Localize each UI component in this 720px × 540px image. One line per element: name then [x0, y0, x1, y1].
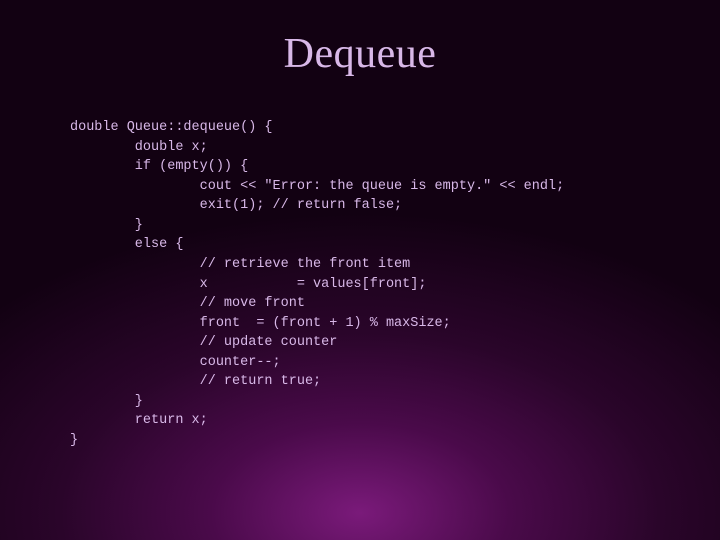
code-line: front = (front + 1) % maxSize; [70, 316, 451, 331]
code-line: } [70, 394, 143, 409]
code-line: exit(1); // return false; [70, 198, 402, 213]
code-block: double Queue::dequeue() { double x; if (… [70, 118, 660, 451]
code-line: if (empty()) { [70, 159, 248, 174]
code-line: } [70, 433, 78, 448]
code-line: } [70, 218, 143, 233]
code-line: else { [70, 237, 183, 252]
code-line: // move front [70, 296, 305, 311]
code-line: // update counter [70, 335, 337, 350]
code-line: // return true; [70, 374, 321, 389]
code-line: x = values[front]; [70, 277, 426, 292]
slide: Dequeue double Queue::dequeue() { double… [0, 0, 720, 540]
code-line: return x; [70, 413, 208, 428]
code-line: double Queue::dequeue() { [70, 120, 273, 135]
code-line: // retrieve the front item [70, 257, 410, 272]
code-line: double x; [70, 140, 208, 155]
code-line: cout << "Error: the queue is empty." << … [70, 179, 564, 194]
slide-title: Dequeue [60, 30, 660, 78]
code-line: counter--; [70, 355, 281, 370]
